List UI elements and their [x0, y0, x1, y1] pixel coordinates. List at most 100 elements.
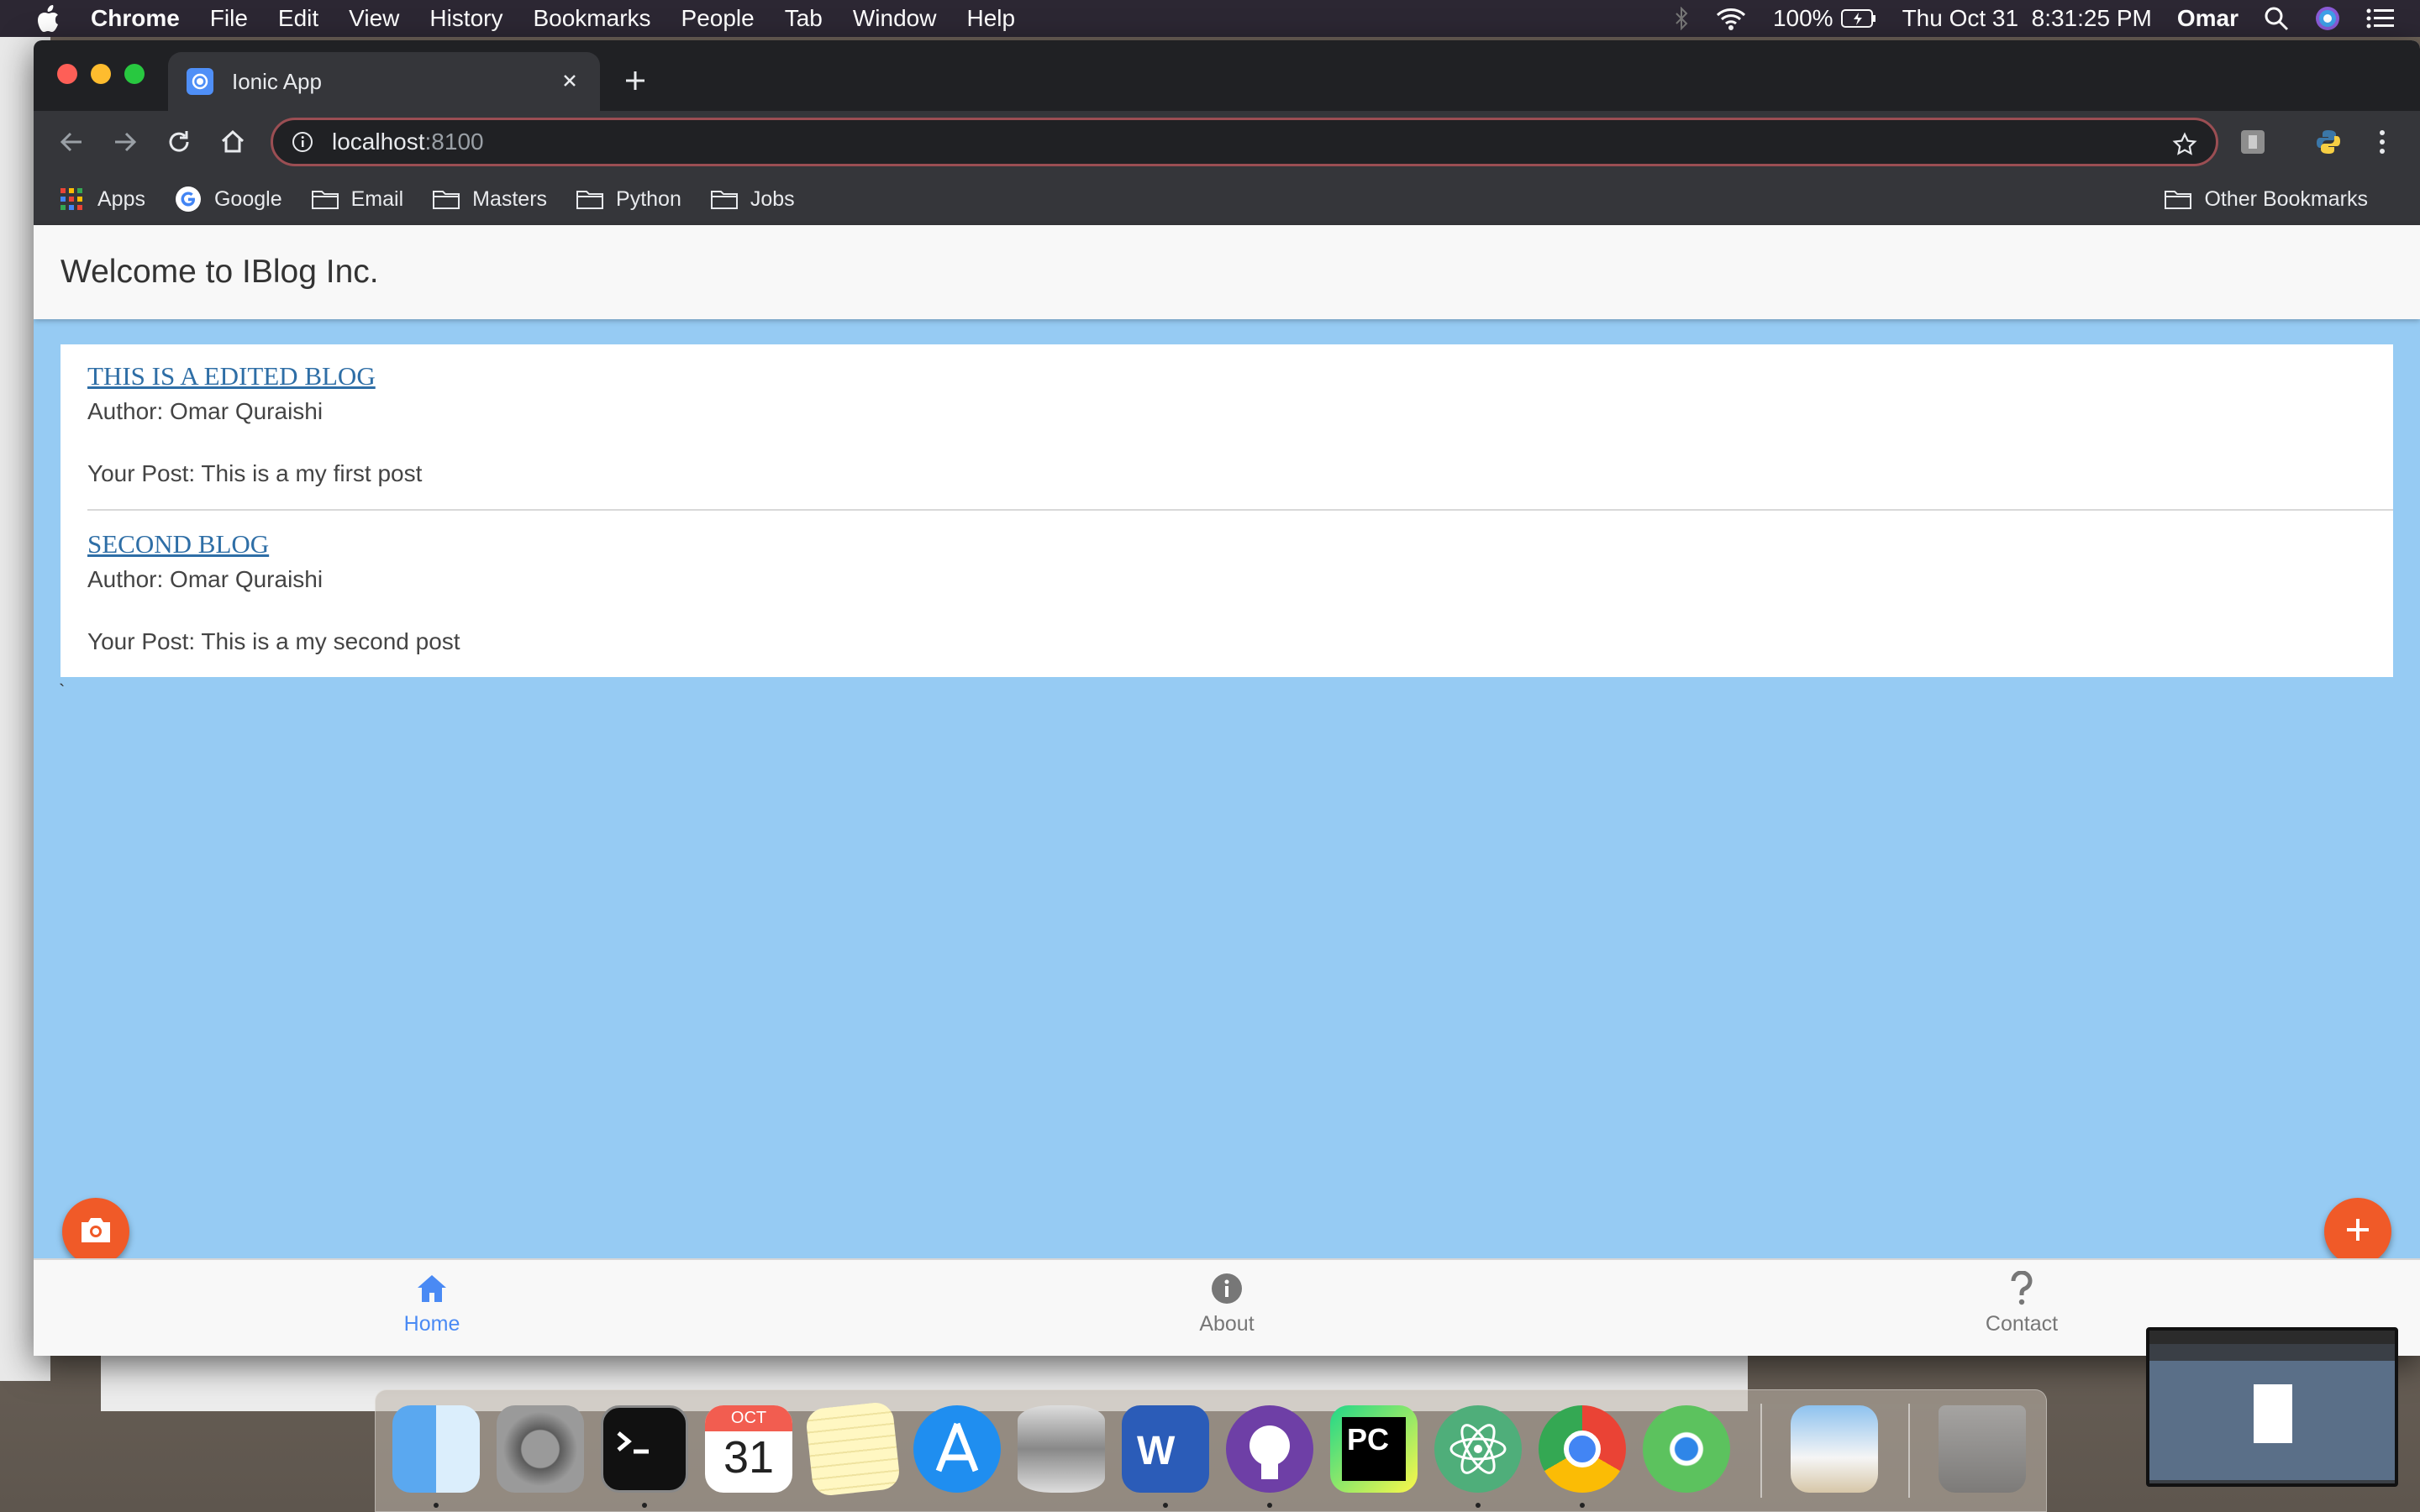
home-icon [413, 1270, 450, 1307]
system-preferences-icon[interactable] [497, 1405, 584, 1493]
tab-about[interactable]: About [1143, 1270, 1311, 1336]
add-post-fab-button[interactable] [2324, 1198, 2391, 1265]
tab-title: Ionic App [232, 68, 322, 94]
chrome-icon[interactable] [1539, 1405, 1626, 1493]
menu-people[interactable]: People [681, 5, 755, 32]
bottom-tab-bar: Home About Contact [34, 1258, 2420, 1356]
finder-icon[interactable] [392, 1405, 480, 1493]
github-desktop-icon[interactable] [1226, 1405, 1313, 1493]
bookmark-label: Python [616, 186, 681, 211]
bookmark-apps[interactable]: Apps [57, 187, 145, 212]
folder-icon [2164, 187, 2192, 211]
page-title: Welcome to IBlog Inc. [60, 254, 379, 290]
menu-tab[interactable]: Tab [785, 5, 823, 32]
notification-center-icon[interactable] [2366, 8, 2395, 29]
svg-text:W: W [1137, 1429, 1176, 1473]
new-tab-icon[interactable] [618, 64, 652, 97]
find-my-icon[interactable] [1643, 1405, 1730, 1493]
address-bar[interactable]: localhost:8100 [271, 118, 2218, 166]
other-bookmarks-label: Other Bookmarks [2204, 186, 2368, 211]
menu-history[interactable]: History [429, 5, 502, 32]
menu-bookmarks[interactable]: Bookmarks [533, 5, 650, 32]
home-browser-icon[interactable] [217, 126, 249, 158]
url-port: :8100 [424, 129, 484, 155]
menu-app-name[interactable]: Chrome [91, 5, 180, 32]
camera-fab-button[interactable] [62, 1198, 129, 1265]
word-icon[interactable]: W [1122, 1405, 1209, 1493]
trash-icon[interactable] [1939, 1405, 2026, 1493]
bookmark-folder-jobs[interactable]: Jobs [710, 187, 795, 212]
terminal-icon[interactable] [601, 1405, 688, 1493]
chrome-menu-icon[interactable] [2366, 126, 2398, 158]
blog-body: Your Post: This is a my first post [87, 460, 423, 486]
forward-icon[interactable] [109, 126, 141, 158]
menu-file[interactable]: File [210, 5, 248, 32]
menu-edit[interactable]: Edit [278, 5, 318, 32]
python-extension-icon[interactable] [2312, 126, 2344, 158]
stray-character: ` [59, 680, 66, 701]
url-host: localhost [332, 129, 425, 155]
preview-icon[interactable] [1791, 1405, 1878, 1493]
menu-view[interactable]: View [349, 5, 399, 32]
menu-window[interactable]: Window [853, 5, 937, 32]
blog-list: THIS IS A EDITED BLOG Author: Omar Qurai… [60, 344, 2393, 677]
browser-tab[interactable]: Ionic App [168, 52, 600, 111]
battery-icon[interactable] [1840, 8, 1877, 29]
maximize-window-button[interactable] [124, 64, 145, 84]
wifi-icon[interactable] [1714, 6, 1748, 31]
tab-home[interactable]: Home [348, 1270, 516, 1336]
spotlight-search-icon[interactable] [2264, 6, 2289, 31]
battery-percent: 100% [1772, 5, 1833, 31]
other-bookmarks[interactable]: Other Bookmarks [2164, 173, 2368, 225]
camera-icon [78, 1215, 113, 1249]
macos-dock: OCT 31 W PC [375, 1389, 2047, 1512]
tab-contact[interactable]: Contact [1938, 1270, 2106, 1336]
question-icon [2003, 1270, 2040, 1307]
clock[interactable]: Thu Oct 31 8:31:25 PM [1902, 5, 2152, 32]
database-icon[interactable] [1018, 1405, 1105, 1493]
close-window-button[interactable] [57, 64, 77, 84]
minimize-window-button[interactable] [91, 64, 111, 84]
close-tab-icon[interactable] [556, 67, 583, 94]
menu-help[interactable]: Help [966, 5, 1015, 32]
list-divider [87, 509, 2393, 511]
calendar-month: OCT [705, 1405, 792, 1431]
bookmark-folder-masters[interactable]: Masters [432, 187, 547, 212]
siri-icon[interactable] [2314, 5, 2341, 32]
browser-toolbar: localhost:8100 [34, 111, 2420, 173]
bookmark-folder-python[interactable]: Python [576, 187, 681, 212]
atom-icon[interactable] [1434, 1405, 1522, 1493]
calendar-icon[interactable]: OCT 31 [705, 1405, 792, 1493]
bluetooth-icon[interactable] [1674, 7, 1689, 30]
tab-strip: Ionic App [34, 40, 2420, 111]
notes-icon[interactable] [804, 1400, 902, 1498]
app-store-icon[interactable] [913, 1405, 1001, 1493]
bookmark-label: Masters [472, 186, 548, 211]
blog-item[interactable]: SECOND BLOG Author: Omar Quraishi Your P… [87, 529, 2393, 655]
bookmark-folder-email[interactable]: Email [311, 187, 403, 212]
blog-title-link[interactable]: SECOND BLOG [87, 529, 2393, 559]
site-info-icon[interactable] [290, 129, 315, 155]
pycharm-icon[interactable]: PC [1330, 1405, 1418, 1493]
blog-title-link[interactable]: THIS IS A EDITED BLOG [87, 361, 2393, 391]
extension-icon[interactable] [2237, 126, 2269, 158]
user-name[interactable]: Omar [2177, 5, 2238, 32]
bookmark-star-icon[interactable] [2170, 130, 2199, 159]
tab-label: Contact [1985, 1312, 2059, 1336]
ionic-favicon-icon [187, 68, 213, 95]
bookmark-google[interactable]: Google [174, 186, 282, 212]
calendar-day: 31 [723, 1432, 775, 1483]
apple-icon[interactable] [34, 4, 62, 33]
reload-icon[interactable] [163, 126, 195, 158]
blog-author: Author: Omar Quraishi [87, 398, 324, 424]
bookmarks-bar: Apps Google Email Masters Python Jobs Ot… [34, 173, 2420, 225]
google-icon [174, 186, 203, 212]
macos-menubar: Chrome File Edit View History Bookmarks … [0, 0, 2420, 37]
back-icon[interactable] [55, 126, 87, 158]
screenshot-thumbnail-preview[interactable] [2146, 1327, 2398, 1487]
folder-icon [576, 187, 604, 211]
ionic-app: Welcome to IBlog Inc. THIS IS A EDITED B… [34, 225, 2420, 1356]
blog-author: Author: Omar Quraishi [87, 566, 324, 592]
blog-item[interactable]: THIS IS A EDITED BLOG Author: Omar Qurai… [87, 361, 2393, 487]
apps-grid-icon [57, 187, 86, 211]
